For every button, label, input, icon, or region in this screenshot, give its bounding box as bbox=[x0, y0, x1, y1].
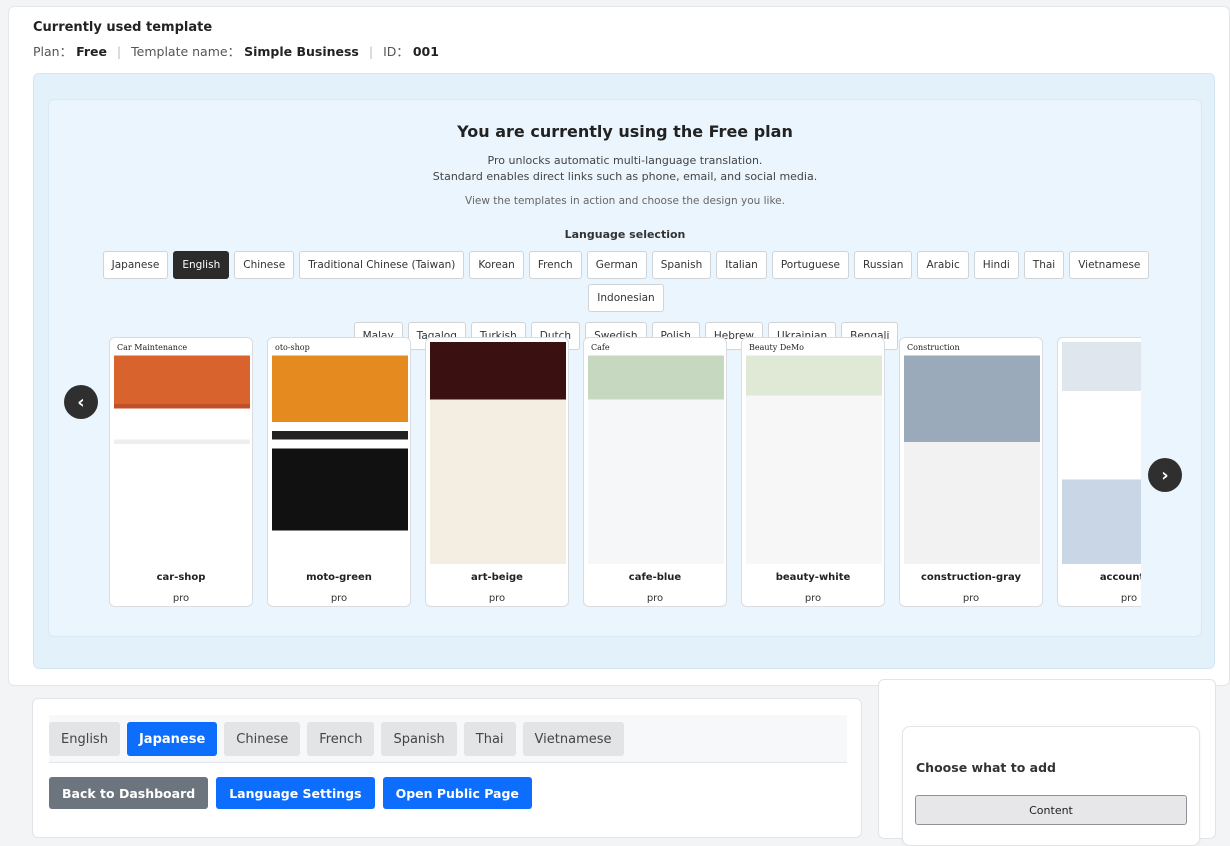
id-value: 001 bbox=[412, 44, 439, 59]
plan-desc-line-1: Pro unlocks automatic multi-language tra… bbox=[487, 154, 763, 167]
tab-chinese[interactable]: Chinese bbox=[224, 722, 301, 756]
language-chip-hindi[interactable]: Hindi bbox=[973, 251, 1019, 279]
id-label: ID： bbox=[383, 44, 409, 59]
template-plan: pro bbox=[172, 593, 190, 604]
template-name: cafe-blue bbox=[628, 572, 682, 583]
template-name-value: Simple Business bbox=[244, 44, 359, 59]
chevron-left-icon: ‹ bbox=[77, 391, 85, 413]
add-content-card: Choose what to add Content bbox=[902, 726, 1200, 846]
carousel-next-button[interactable]: › bbox=[1148, 458, 1182, 492]
language-chip-portuguese[interactable]: Portuguese bbox=[771, 251, 849, 279]
current-template-title: Currently used template bbox=[33, 20, 213, 35]
template-name: art-beige bbox=[471, 572, 523, 583]
separator: | bbox=[116, 44, 122, 59]
separator: | bbox=[368, 44, 374, 59]
template-card-construction-gray[interactable]: Construction construction-gray pro bbox=[899, 337, 1043, 607]
thumbnail-label: Car Maintenance bbox=[117, 343, 188, 352]
language-chip-japanese[interactable]: Japanese bbox=[102, 251, 169, 279]
language-chip-italian[interactable]: Italian bbox=[716, 251, 767, 279]
thumbnail-label: Construction bbox=[907, 343, 960, 352]
chevron-right-icon: › bbox=[1161, 464, 1169, 486]
choose-what-to-add-title: Choose what to add bbox=[916, 760, 1056, 775]
language-chip-german[interactable]: German bbox=[586, 251, 647, 279]
template-thumbnail: oto-shop bbox=[272, 342, 408, 564]
current-template-info: Plan： Free | Template name： Simple Busin… bbox=[33, 41, 439, 60]
template-card-car-shop[interactable]: Car Maintenance car-shop pro bbox=[109, 337, 253, 607]
side-panel: Choose what to add Content bbox=[878, 679, 1216, 846]
language-chip-arabic[interactable]: Arabic bbox=[917, 251, 969, 279]
view-templates-text: View the templates in action and choose … bbox=[465, 195, 785, 207]
plan-heading: You are currently using the Free plan bbox=[457, 122, 793, 141]
template-name: car-shop bbox=[156, 572, 206, 583]
language-chip-korean[interactable]: Korean bbox=[469, 251, 524, 279]
template-card-accountan[interactable]: accountan pro bbox=[1057, 337, 1141, 607]
thumbnail-label: Cafe bbox=[591, 343, 610, 352]
template-card-beauty-white[interactable]: Beauty DeMo beauty-white pro bbox=[741, 337, 885, 607]
template-name: moto-green bbox=[306, 572, 372, 583]
back-to-dashboard-button[interactable]: Back to Dashboard bbox=[49, 777, 209, 809]
template-plan: pro bbox=[804, 593, 822, 604]
plan-label: Plan： bbox=[33, 44, 73, 59]
thumbnail-label: oto-shop bbox=[275, 343, 310, 352]
language-chip-chinese[interactable]: Chinese bbox=[234, 251, 295, 279]
plan-desc-line-2: Standard enables direct links such as ph… bbox=[432, 170, 818, 183]
template-plan: pro bbox=[646, 593, 664, 604]
plan-description: Pro unlocks automatic multi-language tra… bbox=[49, 153, 1201, 185]
tab-english[interactable]: English bbox=[49, 722, 120, 756]
language-chip-russian[interactable]: Russian bbox=[854, 251, 913, 279]
template-plan: pro bbox=[1120, 593, 1138, 604]
language-settings-button[interactable]: Language Settings bbox=[216, 777, 375, 809]
language-chip-spanish[interactable]: Spanish bbox=[651, 251, 712, 279]
template-thumbnail bbox=[1062, 342, 1141, 564]
template-name: accountan bbox=[1099, 572, 1141, 583]
language-chip-vietnamese[interactable]: Vietnamese bbox=[1069, 251, 1150, 279]
language-chip-list: Japanese English Chinese Traditional Chines… bbox=[69, 251, 1183, 350]
tab-japanese[interactable]: Japanese bbox=[126, 722, 218, 756]
language-chip-french[interactable]: French bbox=[528, 251, 582, 279]
language-tab-bar: English Japanese Chinese French Spanish Thai V… bbox=[49, 715, 847, 763]
template-thumbnail bbox=[430, 342, 566, 564]
open-public-page-button[interactable]: Open Public Page bbox=[382, 777, 532, 809]
language-chip-traditional-chinese-taiwan[interactable]: Traditional Chinese (Taiwan) bbox=[299, 251, 465, 279]
tab-french[interactable]: French bbox=[307, 722, 375, 756]
tab-thai[interactable]: Thai bbox=[463, 722, 516, 756]
template-thumbnail: Beauty DeMo bbox=[746, 342, 882, 564]
editor-panel: English Japanese Chinese French Spanish Thai V… bbox=[32, 698, 862, 838]
template-name: beauty-white bbox=[775, 572, 851, 583]
language-chip-indonesian[interactable]: Indonesian bbox=[588, 284, 664, 312]
template-thumbnail: Construction bbox=[904, 342, 1040, 564]
template-card-list: Car Maintenance car-shop pro oto-shop moto-g… bbox=[109, 337, 1141, 607]
template-card-cafe-blue[interactable]: Cafe cafe-blue pro bbox=[583, 337, 727, 607]
template-plan: pro bbox=[488, 593, 506, 604]
language-tabs: English Japanese Chinese French Spanish Thai V… bbox=[49, 722, 624, 756]
tab-spanish[interactable]: Spanish bbox=[381, 722, 457, 756]
template-card-art-beige[interactable]: art-beige pro bbox=[425, 337, 569, 607]
template-thumbnail: Car Maintenance bbox=[114, 342, 250, 564]
content-button[interactable]: Content bbox=[915, 795, 1187, 825]
template-plan: pro bbox=[330, 593, 348, 604]
plan-value: Free bbox=[76, 44, 107, 59]
template-card-moto-green[interactable]: oto-shop moto-green pro bbox=[267, 337, 411, 607]
template-name-label: Template name： bbox=[131, 44, 241, 59]
carousel-prev-button[interactable]: ‹ bbox=[64, 385, 98, 419]
language-chip-thai[interactable]: Thai bbox=[1023, 251, 1065, 279]
template-plan: pro bbox=[962, 593, 980, 604]
tab-vietnamese[interactable]: Vietnamese bbox=[522, 722, 624, 756]
language-selection-title: Language selection bbox=[564, 228, 686, 241]
editor-actions: Back to Dashboard Language Settings Open… bbox=[49, 777, 532, 809]
template-thumbnail: Cafe bbox=[588, 342, 724, 564]
template-name: construction-gray bbox=[920, 572, 1022, 583]
thumbnail-label: Beauty DeMo bbox=[749, 343, 804, 352]
template-carousel: Car Maintenance car-shop pro oto-shop moto-g… bbox=[109, 337, 1141, 609]
language-chip-english[interactable]: English bbox=[173, 251, 230, 279]
